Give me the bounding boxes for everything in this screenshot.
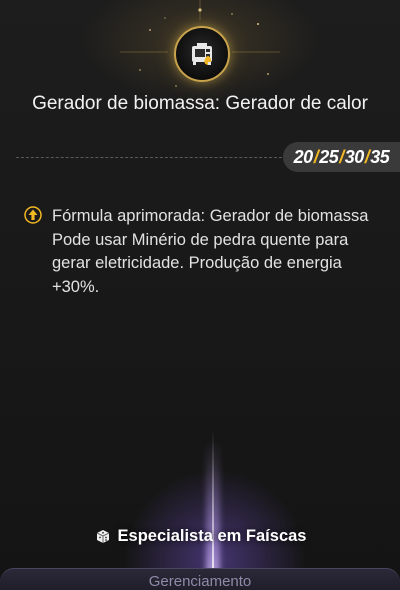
specialist-label: Especialista em Faíscas	[117, 526, 307, 545]
level-value: 30	[344, 146, 365, 167]
light-beam-core	[212, 430, 214, 590]
talent-detail-panel: Gerador de biomassa: Gerador de calor 20…	[0, 0, 400, 590]
upgrade-arrow-icon	[24, 206, 42, 224]
dice-icon	[96, 530, 109, 543]
level-requirements-badge: 20/25/30/35	[283, 142, 400, 172]
level-value: 35	[370, 146, 390, 167]
effect-text: Fórmula aprimorada: Gerador de biomassa …	[52, 205, 372, 299]
talent-title: Gerador de biomassa: Gerador de calor	[32, 93, 368, 114]
level-value: 20	[293, 146, 314, 167]
level-value: 25	[319, 146, 339, 167]
effect-line: Pode usar Minério de pedra quente para g…	[52, 230, 349, 296]
title-divider	[16, 157, 282, 158]
biomass-generator-emblem	[174, 26, 230, 82]
level-separator: /	[364, 146, 370, 167]
management-tab[interactable]: Gerenciamento	[0, 568, 400, 590]
level-separator: /	[339, 146, 344, 167]
specialist-requirement: Especialista em Faíscas	[0, 524, 400, 548]
level-separator: /	[313, 146, 319, 167]
effect-line: Fórmula aprimorada: Gerador de biomassa	[52, 207, 369, 225]
biomass-generator-icon	[192, 43, 212, 65]
management-tab-label: Gerenciamento	[148, 572, 252, 590]
